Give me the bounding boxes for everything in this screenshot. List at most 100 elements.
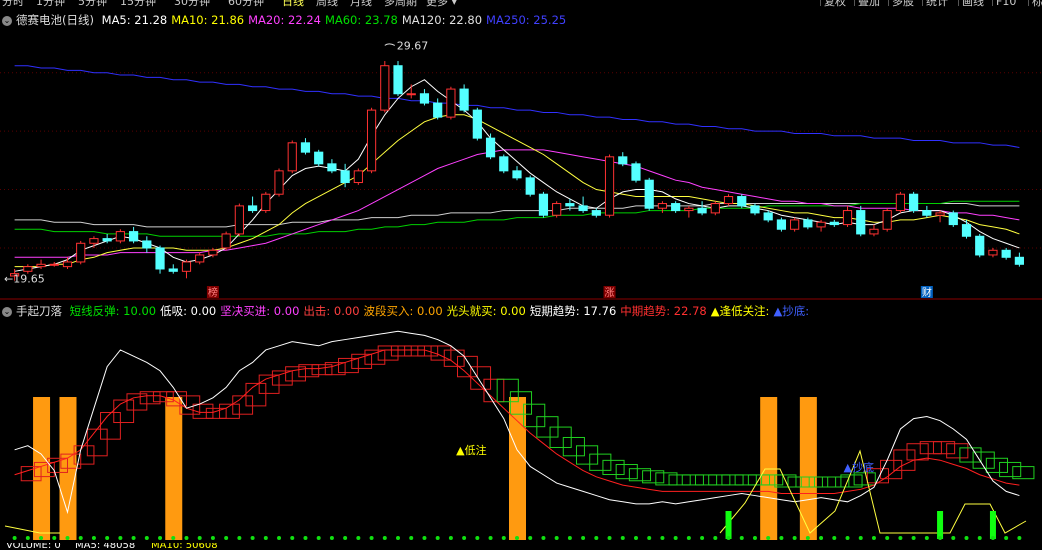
baseline-dot-57	[766, 536, 771, 540]
baseline-dot-0	[12, 536, 17, 540]
trend-block-10	[615, 464, 638, 480]
trend-block-9	[602, 459, 625, 476]
toolbar-button-1[interactable]: 叠加	[854, 0, 880, 7]
yellow-signal-left	[4, 525, 60, 534]
indicator-dropdown-icon[interactable]: ⌄	[2, 306, 12, 317]
baseline-dot-74	[990, 536, 995, 540]
candle-body-23	[314, 151, 324, 165]
candle-body-15	[208, 249, 218, 256]
candle-body-74	[988, 249, 998, 256]
baseline-dot-44	[594, 536, 599, 540]
baseline-dot-49	[660, 536, 665, 540]
green-bar-1	[937, 511, 944, 539]
period-tab-1[interactable]: 1分钟	[36, 0, 65, 7]
period-tab-10[interactable]: 更多 ▾	[426, 0, 457, 7]
indicator-label-4: 波段买入: 0.00	[363, 304, 443, 318]
candle-body-46	[618, 156, 628, 165]
indicator-chart: ▲低注 ▲抄底	[4, 330, 1035, 540]
toolbar-button-5[interactable]: F10	[992, 0, 1016, 7]
baseline-dot-7	[105, 536, 110, 540]
candle-body-58	[776, 219, 787, 230]
baseline-dot-14	[197, 536, 202, 540]
baseline-dot-19	[263, 536, 268, 540]
baseline-dot-52	[700, 536, 705, 540]
baseline-dot-2	[39, 536, 44, 540]
trend-block-38	[985, 457, 1008, 473]
baseline-dot-46	[620, 536, 625, 540]
period-tab-7[interactable]: 周线	[316, 0, 338, 7]
period-tab-3[interactable]: 15分钟	[120, 0, 156, 7]
candle-body-5	[76, 242, 86, 263]
baseline-dot-9	[131, 536, 136, 540]
trend-block-red-26	[351, 353, 373, 369]
period-tab-4[interactable]: 30分钟	[174, 0, 210, 7]
volume-label-2: MA10: 50608	[151, 543, 218, 550]
candle-body-4	[62, 261, 73, 268]
baseline-dot-51	[686, 536, 691, 540]
baseline-dot-72	[964, 536, 969, 540]
period-tab-6[interactable]: 日线	[282, 0, 304, 7]
low-price-label: ←19.65	[4, 272, 45, 285]
candle-body-37	[499, 156, 509, 172]
baseline-dot-40	[541, 536, 546, 540]
baseline-dot-34	[462, 536, 467, 540]
period-tab-9[interactable]: 多周期	[384, 0, 417, 7]
trend-block-16	[694, 474, 718, 486]
toolbar-button-4[interactable]: 画线	[958, 0, 984, 7]
baseline-dot-20	[277, 536, 282, 540]
baseline-dot-43	[581, 536, 586, 540]
trend-block-32	[906, 443, 929, 461]
candle-body-40	[538, 193, 549, 216]
candle-body-28	[380, 65, 390, 111]
baseline-dot-71	[951, 536, 956, 540]
period-tab-8[interactable]: 月线	[350, 0, 372, 7]
candle-body-35	[472, 109, 482, 139]
candle-body-62	[829, 221, 839, 226]
candle-body-17	[234, 205, 244, 235]
baseline-dot-54	[726, 536, 731, 540]
candle-body-36	[485, 137, 496, 158]
baseline-dot-53	[713, 536, 718, 540]
candle-body-65	[869, 228, 879, 235]
baseline-dot-21	[290, 536, 295, 540]
candle-body-52	[697, 207, 707, 214]
candle-body-75	[1001, 249, 1011, 258]
trend-block-3	[523, 403, 546, 428]
toolbar-button-2[interactable]: 多股	[888, 0, 914, 7]
period-tab-5[interactable]: 60分钟	[228, 0, 264, 7]
baseline-dot-69	[924, 536, 929, 540]
trend-block-red-29	[390, 345, 412, 357]
trend-block-red-30	[404, 345, 425, 357]
candle-body-54	[723, 196, 734, 205]
baseline-dot-61	[819, 536, 824, 540]
candle-body-13	[181, 261, 192, 272]
baseline-dot-22	[303, 536, 308, 540]
candle-body-33	[446, 88, 456, 118]
toolbar-button-6[interactable]: 标	[1028, 0, 1042, 7]
candle-body-18	[247, 205, 258, 212]
baseline-dot-35	[475, 536, 480, 540]
baseline-dot-45	[607, 536, 612, 540]
toolbar-button-3[interactable]: 统计	[922, 0, 948, 7]
candle-body-7	[102, 238, 112, 242]
ma120-line	[14, 203, 1020, 228]
indicator-label-9: ▲抄底:	[773, 304, 810, 318]
trend-block-red-18	[245, 382, 267, 407]
trend-block-red-8	[113, 399, 135, 424]
period-tab-0[interactable]: 分时	[2, 0, 24, 7]
toolbar-button-0[interactable]: 复权	[820, 0, 846, 7]
period-tab-2[interactable]: 5分钟	[78, 0, 107, 7]
baseline-dot-13	[184, 536, 189, 540]
candle-body-57	[763, 212, 773, 221]
baseline-dot-48	[647, 536, 652, 540]
candle-body-12	[168, 268, 178, 272]
baseline-dot-59	[792, 536, 797, 540]
trend-block-14	[668, 474, 691, 486]
baseline-dot-8	[118, 536, 123, 540]
trend-block-36	[959, 447, 982, 463]
event-marker-1: 涨	[605, 287, 615, 299]
trend-block-red-15	[205, 407, 227, 419]
baseline-dot-3	[52, 536, 57, 540]
candle-body-51	[684, 207, 694, 212]
baseline-dot-56	[752, 536, 757, 540]
